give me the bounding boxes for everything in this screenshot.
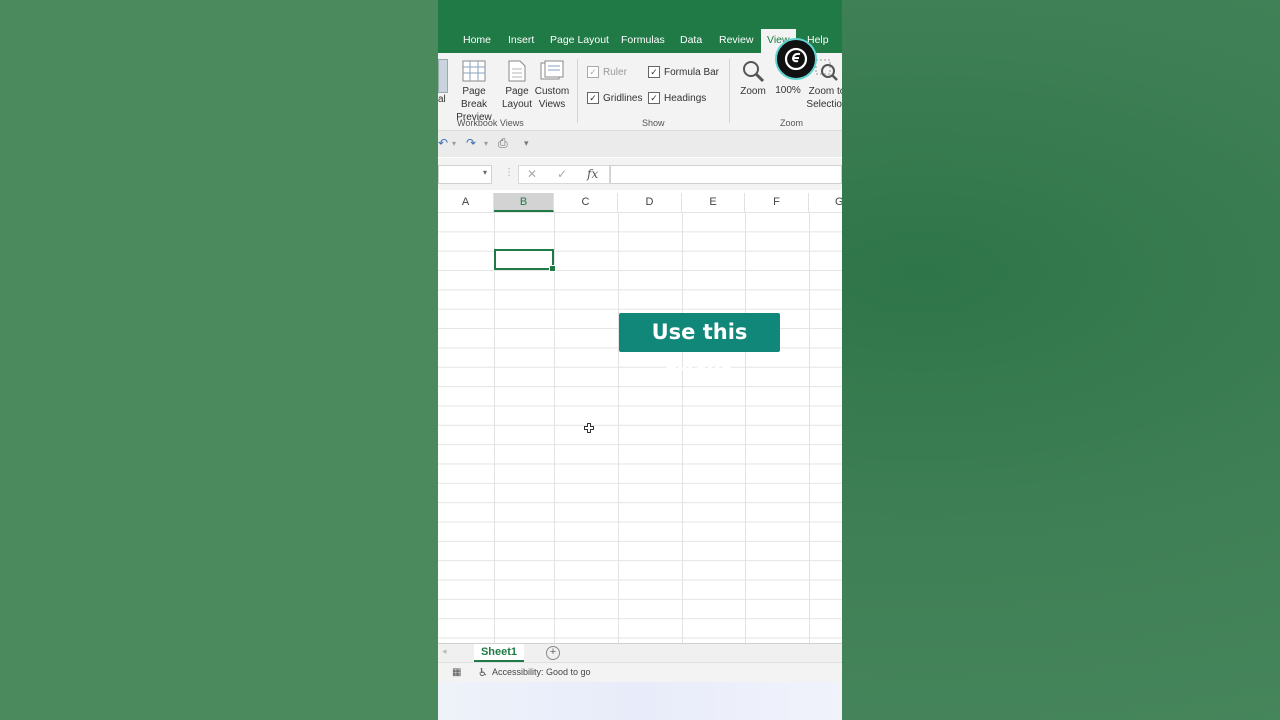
selected-cell[interactable] xyxy=(494,249,556,272)
video-background-left xyxy=(0,0,438,720)
column-headers: A B C D E F G xyxy=(438,193,842,213)
tab-home[interactable]: Home xyxy=(463,34,491,46)
zoom-to-selection-line1: Zoom to xyxy=(808,86,842,97)
redo-dropdown-icon[interactable]: ▾ xyxy=(484,139,488,148)
page-break-preview-icon xyxy=(462,60,486,82)
gridlines-checkbox[interactable]: ✓ Gridlines xyxy=(587,92,642,104)
add-sheet-icon[interactable]: + xyxy=(546,646,560,660)
ruler-label: Ruler xyxy=(603,66,627,78)
column-header-e[interactable]: E xyxy=(682,193,745,212)
quick-access-toolbar: ↶ ▾ ↷ ▾ ⎙ ▾ xyxy=(438,131,842,157)
ruler-checkbox[interactable]: ✓ Ruler xyxy=(587,66,627,78)
custom-views-icon xyxy=(540,60,564,80)
accessibility-icon[interactable]: ♿ xyxy=(478,666,488,679)
page-layout-line1: Page xyxy=(505,86,529,97)
formula-bar-label: Formula Bar xyxy=(664,66,720,78)
column-gridline xyxy=(554,212,555,643)
tab-page-layout[interactable]: Page Layout xyxy=(550,34,609,46)
video-caption: Use this tricks xyxy=(619,313,780,383)
headings-label: Headings xyxy=(664,92,707,104)
insert-function-icon[interactable]: fx xyxy=(587,167,598,181)
headings-checkbox[interactable]: ✓ Headings xyxy=(648,92,706,104)
status-bar: ▦ ♿ Accessibility: Good to go xyxy=(438,662,842,683)
sheet-scroll-icon[interactable]: ◂ xyxy=(442,646,447,657)
undo-dropdown-icon[interactable]: ▾ xyxy=(452,139,456,148)
name-box-dropdown-icon[interactable]: ▾ xyxy=(483,168,487,177)
cancel-icon[interactable]: ✕ xyxy=(527,167,537,181)
zoom-to-selection-line2: Selection xyxy=(806,99,842,110)
custom-views-button[interactable]: Custom Views xyxy=(534,59,570,111)
formula-bar-check-icon: ✓ xyxy=(648,66,660,78)
page-layout-icon xyxy=(508,60,526,82)
zoom-button[interactable]: Zoom xyxy=(736,59,770,98)
formula-bar-grip-icon: ⋮ xyxy=(504,167,514,178)
channel-logo-icon xyxy=(775,38,817,80)
page-break-preview-line1: Page Break xyxy=(460,86,488,110)
page-layout-line2: Layout xyxy=(501,99,533,110)
zoom-group-label: Zoom xyxy=(780,118,804,128)
headings-check-icon: ✓ xyxy=(648,92,660,104)
column-header-b[interactable]: B xyxy=(494,193,554,212)
cell-cursor-icon xyxy=(584,423,594,433)
column-header-f[interactable]: F xyxy=(745,193,809,212)
magnifier-icon xyxy=(743,61,765,83)
ruler-check-icon: ✓ xyxy=(587,66,599,78)
zoom-100-label: 100% xyxy=(775,85,801,96)
tab-formulas[interactable]: Formulas xyxy=(621,34,665,46)
print-preview-icon[interactable]: ⎙ xyxy=(498,136,508,151)
column-gridline xyxy=(494,212,495,643)
column-gridline xyxy=(618,212,619,643)
page-break-preview-button[interactable]: Page Break Preview xyxy=(448,59,500,124)
custom-views-line1: Custom xyxy=(534,86,570,97)
formula-bar-checkbox[interactable]: ✓ Formula Bar xyxy=(648,66,719,78)
tab-insert[interactable]: Insert xyxy=(508,34,534,46)
group-divider xyxy=(729,59,730,123)
tab-review[interactable]: Review xyxy=(719,34,753,46)
formula-input[interactable] xyxy=(610,165,842,184)
custom-views-line2: Views xyxy=(538,99,566,110)
accessibility-status[interactable]: Accessibility: Good to go xyxy=(492,667,591,677)
page-layout-view-button[interactable]: Page Layout xyxy=(501,59,533,111)
video-bottom-area xyxy=(438,682,842,720)
column-gridline xyxy=(745,212,746,643)
group-divider xyxy=(577,59,578,123)
formula-bar: ▾ ⋮ ✕ ✓ fx xyxy=(438,158,842,190)
cell-mode-icon: ▦ xyxy=(452,667,462,678)
column-header-g[interactable]: G xyxy=(809,193,842,212)
zoom-100-button[interactable]: 100% xyxy=(772,84,804,97)
zoom-label: Zoom xyxy=(740,86,766,97)
sheet-tab-sheet1[interactable]: Sheet1 xyxy=(474,644,524,662)
gridlines-check-icon: ✓ xyxy=(587,92,599,104)
tab-data[interactable]: Data xyxy=(680,34,702,46)
redo-icon[interactable]: ↷ xyxy=(466,136,476,150)
customize-toolbar-icon[interactable]: ▾ xyxy=(524,138,529,149)
gridlines-label: Gridlines xyxy=(603,92,643,104)
name-box[interactable]: ▾ xyxy=(438,165,492,184)
normal-view-button[interactable]: al xyxy=(438,59,448,106)
column-gridline xyxy=(809,212,810,643)
sheet-tab-bar: ◂ Sheet1 + xyxy=(438,643,842,662)
column-header-a[interactable]: A xyxy=(438,193,494,212)
workbook-views-group-label: Workbook Views xyxy=(457,118,524,128)
column-gridline xyxy=(682,212,683,643)
column-header-d[interactable]: D xyxy=(618,193,682,212)
zoom-selection-icon xyxy=(815,59,838,81)
formula-buttons: ✕ ✓ fx xyxy=(518,165,610,184)
enter-icon[interactable]: ✓ xyxy=(557,167,567,181)
excel-window: Home Insert Page Layout Formulas Data Re… xyxy=(438,0,842,720)
column-header-c[interactable]: C xyxy=(554,193,618,212)
normal-view-label: al xyxy=(438,94,446,105)
undo-icon[interactable]: ↶ xyxy=(438,136,448,150)
worksheet-grid[interactable] xyxy=(438,212,842,643)
show-group-label: Show xyxy=(642,118,665,128)
